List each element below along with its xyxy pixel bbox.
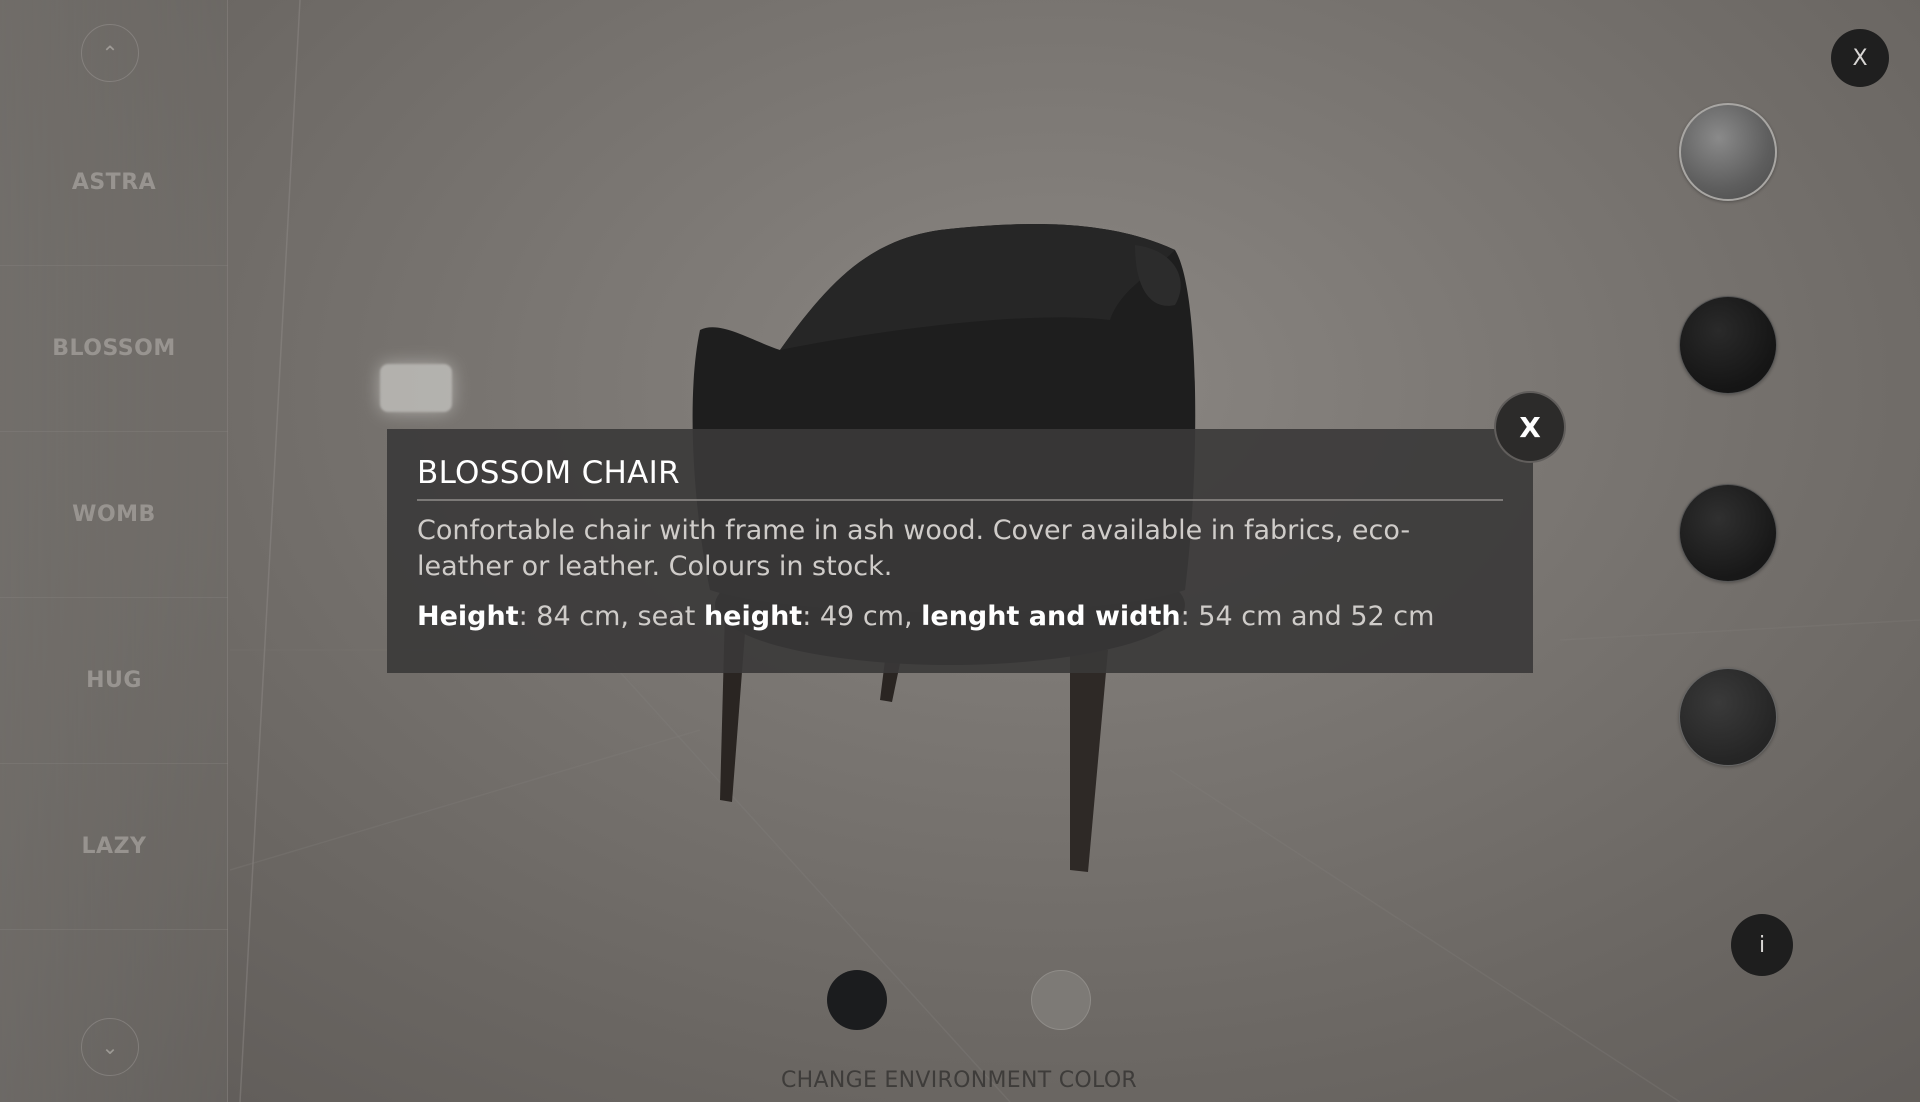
material-swatch-black-leather[interactable] <box>1679 296 1777 394</box>
chevron-up-icon: ⌃ <box>101 41 119 65</box>
product-item-astra[interactable]: ASTRA <box>0 100 228 266</box>
product-item-hug[interactable]: HUG <box>0 598 228 764</box>
light-reflection <box>380 364 452 412</box>
product-title: BLOSSOM CHAIR <box>417 455 1503 501</box>
environment-color-label: CHANGE ENVIRONMENT COLOR <box>780 1068 1138 1093</box>
close-viewer-button[interactable]: X <box>1831 29 1889 87</box>
product-item-lazy[interactable]: LAZY <box>0 764 228 930</box>
material-swatch-black-velvet[interactable] <box>1679 484 1777 582</box>
chevron-down-icon: ⌄ <box>101 1035 119 1059</box>
close-icon: X <box>1852 45 1868 71</box>
dim-label-length-width: lenght and width <box>921 601 1181 632</box>
product-item-blossom[interactable]: BLOSSOM <box>0 266 228 432</box>
environment-color-gray[interactable] <box>1031 970 1091 1030</box>
close-info-button[interactable]: X <box>1494 391 1566 463</box>
close-icon: X <box>1519 410 1541 444</box>
material-swatch-charcoal-fabric[interactable] <box>1679 668 1777 766</box>
dim-value-height: : 84 cm, seat <box>518 601 704 632</box>
product-info-panel: BLOSSOM CHAIR Confortable chair with fra… <box>387 429 1533 673</box>
product-list: ASTRA BLOSSOM WOMB HUG LAZY <box>0 100 228 930</box>
product-sidebar: ⌃ ASTRA BLOSSOM WOMB HUG LAZY ⌄ <box>0 0 228 1102</box>
dim-value-seat-height: : 49 cm, <box>802 601 922 632</box>
dim-label-height: Height <box>417 601 519 632</box>
scroll-down-button[interactable]: ⌄ <box>81 1018 139 1076</box>
product-description: Confortable chair with frame in ash wood… <box>417 515 1411 582</box>
info-button[interactable]: i <box>1731 914 1793 976</box>
product-dimensions: Height: 84 cm, seat height: 49 cm, lengh… <box>417 601 1503 632</box>
scroll-up-button[interactable]: ⌃ <box>81 24 139 82</box>
environment-color-dark[interactable] <box>827 970 887 1030</box>
dim-label-seat-height: height <box>703 601 803 632</box>
product-item-womb[interactable]: WOMB <box>0 432 228 598</box>
material-swatch-gray-fabric[interactable] <box>1679 103 1777 201</box>
info-icon: i <box>1758 932 1766 958</box>
dim-value-length-width: : 54 cm and 52 cm <box>1180 601 1435 632</box>
